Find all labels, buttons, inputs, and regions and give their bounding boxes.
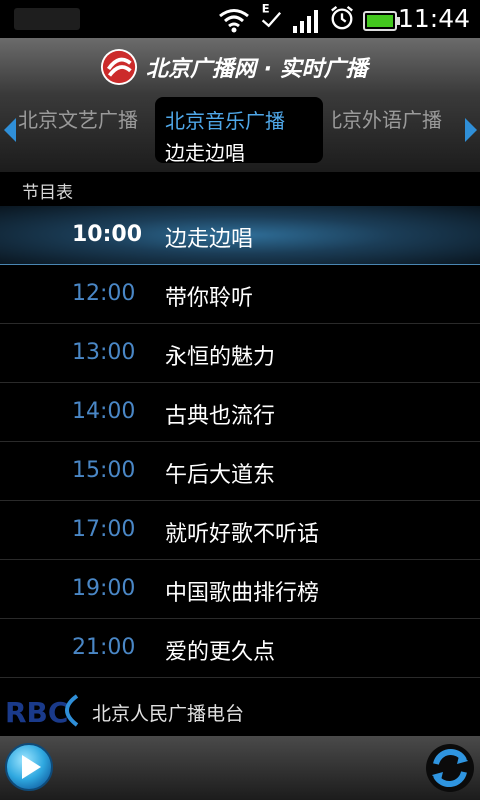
schedule-time: 15:00 bbox=[72, 458, 136, 483]
arrow-right-icon[interactable] bbox=[463, 116, 479, 144]
alarm-icon bbox=[331, 5, 353, 30]
schedule-time: 13:00 bbox=[72, 340, 136, 365]
data-indicator-label: E bbox=[262, 2, 270, 16]
play-icon[interactable] bbox=[4, 742, 54, 792]
schedule-time: 19:00 bbox=[72, 576, 136, 601]
broadcast-logo-icon bbox=[100, 48, 138, 86]
rbc-logo-text: RBC bbox=[5, 696, 68, 728]
active-channel-name: 北京音乐广播 bbox=[165, 109, 285, 133]
signal-icon bbox=[293, 10, 318, 33]
schedule-time: 10:00 bbox=[72, 222, 143, 247]
arrow-left-icon[interactable] bbox=[2, 116, 18, 144]
schedule-row[interactable]: 19:00 中国歌曲排行榜 bbox=[0, 560, 480, 619]
schedule-program: 中国歌曲排行榜 bbox=[165, 581, 320, 606]
schedule-row[interactable]: 15:00 午后大道东 bbox=[0, 442, 480, 501]
channel-tab-active[interactable]: 北京音乐广播 边走边唱 bbox=[155, 97, 323, 165]
schedule-row[interactable]: 13:00 永恒的魅力 bbox=[0, 324, 480, 383]
status-bar: E 11:44 bbox=[0, 0, 480, 38]
app-root: E 11:44 北京广播网 · 实时广播 北京文艺广播 北京外语广播 北京音乐广… bbox=[0, 0, 480, 800]
station-info: RBC 北京人民广播电台 bbox=[0, 686, 480, 736]
schedule-time: 14:00 bbox=[72, 399, 136, 424]
schedule-row[interactable]: 21:00 爱的更久点 bbox=[0, 619, 480, 678]
schedule-program: 边走边唱 bbox=[165, 227, 254, 252]
schedule-time: 17:00 bbox=[72, 517, 136, 542]
schedule-program: 就听好歌不听话 bbox=[165, 522, 320, 547]
station-name: 北京人民广播电台 bbox=[92, 703, 245, 725]
schedule-row-current[interactable]: 10:00 边走边唱 bbox=[0, 206, 480, 265]
wifi-icon bbox=[219, 9, 249, 33]
schedule-time: 21:00 bbox=[72, 635, 136, 660]
schedule-program: 古典也流行 bbox=[165, 404, 276, 429]
data-e-icon: E bbox=[262, 2, 282, 28]
schedule-time: 12:00 bbox=[72, 281, 136, 306]
status-time: 11:44 bbox=[397, 4, 470, 33]
battery-icon bbox=[363, 11, 400, 31]
schedule-program: 爱的更久点 bbox=[165, 640, 276, 665]
schedule-program: 午后大道东 bbox=[165, 463, 276, 488]
schedule-program: 带你聆听 bbox=[165, 286, 254, 311]
active-channel-program: 边走边唱 bbox=[165, 141, 245, 165]
title-bar: 北京广播网 · 实时广播 bbox=[0, 38, 480, 95]
schedule-list: 10:00 边走边唱 12:00 带你聆听 13:00 永恒的魅力 14:00 … bbox=[0, 206, 480, 678]
player-bar bbox=[0, 736, 480, 800]
channel-tab-next[interactable]: 北京外语广播 bbox=[330, 104, 460, 133]
page-title: 北京广播网 · 实时广播 bbox=[146, 57, 368, 82]
schedule-row[interactable]: 17:00 就听好歌不听话 bbox=[0, 501, 480, 560]
rbc-logo-icon: RBC bbox=[5, 694, 79, 728]
schedule-row[interactable]: 14:00 古典也流行 bbox=[0, 383, 480, 442]
schedule-row[interactable]: 12:00 带你聆听 bbox=[0, 265, 480, 324]
channel-tab-prev[interactable]: 北京文艺广播 bbox=[18, 104, 146, 133]
notification-icon bbox=[14, 8, 80, 30]
schedule-program: 永恒的魅力 bbox=[165, 345, 276, 370]
schedule-label: 节目表 bbox=[22, 183, 73, 203]
refresh-icon[interactable] bbox=[424, 742, 476, 794]
